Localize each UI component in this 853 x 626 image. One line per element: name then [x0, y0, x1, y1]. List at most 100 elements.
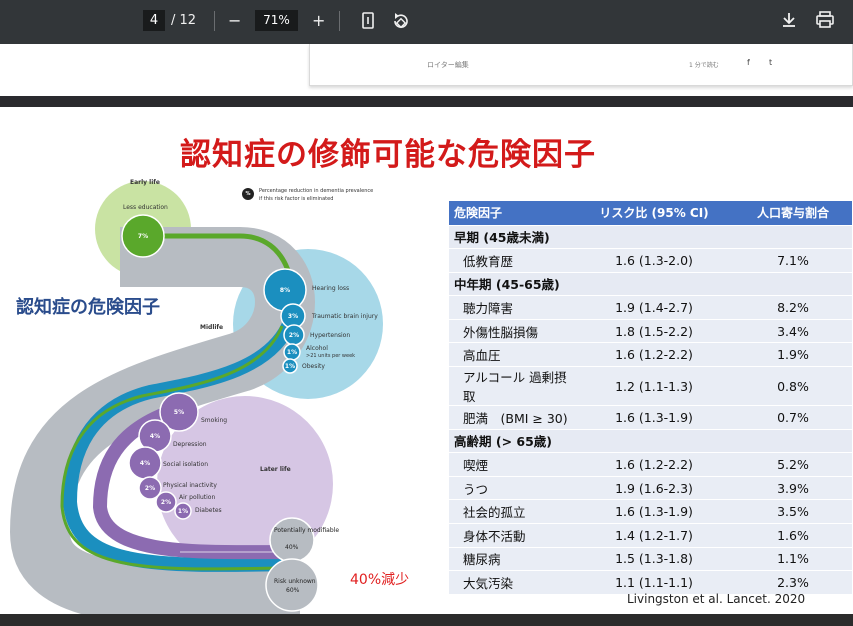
paf-value: 1.6% [734, 523, 852, 548]
table-row: うつ 1.9 (1.6-2.3) 3.9% [449, 476, 852, 501]
less-education-pct: 7% [137, 233, 149, 240]
slide-subtitle: 認知症の危険因子 [16, 297, 160, 318]
risk-ratio: 1.6 (1.3-1.9) [574, 499, 734, 525]
paf-value: 5.2% [734, 452, 852, 477]
factor-name: 糖尿病 [449, 547, 574, 572]
section-title: 高齢期 (> 65歳) [449, 429, 852, 454]
alcohol-label: Alcohol [306, 345, 328, 352]
smoking-pct: 5% [173, 409, 185, 416]
paf-value: 3.5% [734, 499, 852, 525]
factor-name: 外傷性脳損傷 [449, 319, 574, 344]
zoom-in-button[interactable]: + [312, 10, 325, 32]
risk-ratio: 1.6 (1.3-1.9) [574, 405, 734, 430]
hearing-loss-label: Hearing loss [312, 285, 350, 292]
reduction-note: 40%減少 [350, 572, 410, 588]
less-education-label: Less education [123, 204, 168, 211]
table-section-row: 中年期 (45-65歳) [449, 272, 852, 297]
risk-ratio: 1.6 (1.2-2.2) [574, 342, 734, 368]
diabetes-label: Diabetes [195, 507, 222, 514]
header-risk-ratio: リスク比 (95% CI) [574, 201, 734, 226]
zoom-level-input[interactable]: 71% [255, 10, 298, 31]
early-life-label: Early life [130, 179, 160, 186]
air-pollution-label: Air pollution [179, 494, 216, 501]
toolbar-divider [214, 11, 215, 31]
table-row: 大気汚染 1.1 (1.1-1.1) 2.3% [449, 570, 852, 595]
citation: Livingston et al. Lancet. 2020 [627, 592, 806, 606]
risk-ratio: 1.9 (1.6-2.3) [574, 476, 734, 501]
risk-ratio: 1.9 (1.4-2.7) [574, 295, 734, 320]
hypertension-label: Hypertension [310, 332, 351, 339]
later-life-label: Later life [260, 466, 291, 473]
facebook-icon[interactable]: f [747, 58, 750, 67]
factor-name: 社会的孤立 [449, 499, 574, 525]
depression-pct: 4% [149, 433, 161, 440]
paf-value: 7.1% [734, 248, 852, 273]
factor-name: 高血圧 [449, 342, 574, 368]
table-row: 肥満 (BMI ≥ 30) 1.6 (1.3-1.9) 0.7% [449, 405, 852, 430]
table-row: 糖尿病 1.5 (1.3-1.8) 1.1% [449, 547, 852, 572]
twitter-icon[interactable]: t [769, 58, 772, 67]
risk-ratio: 1.2 (1.1-1.3) [574, 366, 734, 407]
factor-name: アルコール 過剰摂取 [449, 366, 574, 407]
risk-ratio: 1.4 (1.2-1.7) [574, 523, 734, 548]
table-row: アルコール 過剰摂取 1.2 (1.1-1.3) 0.8% [449, 366, 852, 407]
table-row: 外傷性脳損傷 1.8 (1.5-2.2) 3.4% [449, 319, 852, 344]
factor-name: 聴力障害 [449, 295, 574, 320]
page-number-input[interactable]: 4 [143, 10, 165, 31]
unknown-label: Risk unknown [274, 578, 316, 585]
alcohol-sublabel: >21 units per week [306, 353, 356, 359]
risk-factor-table: 危険因子 リスク比 (95% CI) 人口寄与割合 早期 (45歳未満) 低教育歴… [449, 201, 852, 595]
table-row: 喫煙 1.6 (1.2-2.2) 5.2% [449, 452, 852, 477]
modifiable-pct: 40% [285, 544, 299, 551]
paf-value: 1.9% [734, 342, 852, 368]
section-title: 中年期 (45-65歳) [449, 272, 852, 297]
download-icon[interactable] [780, 11, 798, 29]
factor-name: 喫煙 [449, 452, 574, 477]
brain-injury-pct: 3% [287, 313, 299, 320]
page-total: / 12 [171, 13, 197, 28]
article-author: ロイター編集 [427, 61, 469, 69]
header-paf: 人口寄与割合 [734, 201, 852, 226]
legend-symbol: % [245, 191, 251, 197]
table-header-row: 危険因子 リスク比 (95% CI) 人口寄与割合 [449, 201, 852, 226]
legend-text-2: if this risk factor is eliminated [259, 196, 334, 202]
toolbar-divider [339, 11, 340, 31]
section-title: 早期 (45歳未満) [449, 225, 852, 250]
modifiable-label: Potentially modifiable [274, 527, 340, 534]
diabetes-pct: 1% [177, 508, 189, 515]
hearing-loss-pct: 8% [279, 287, 291, 294]
viewer-bottom-gap [0, 614, 853, 626]
zoom-out-button[interactable]: − [228, 10, 241, 32]
hypertension-pct: 2% [288, 332, 300, 339]
unknown-pct: 60% [286, 587, 300, 594]
header-factor: 危険因子 [449, 201, 574, 226]
physical-inactivity-pct: 2% [144, 485, 156, 492]
unknown-bubble [265, 558, 319, 612]
smoking-label: Smoking [201, 417, 228, 424]
risk-ratio: 1.1 (1.1-1.1) [574, 570, 734, 595]
risk-ratio: 1.6 (1.3-2.0) [574, 248, 734, 273]
table-row: 聴力障害 1.9 (1.4-2.7) 8.2% [449, 295, 852, 320]
paf-value: 0.7% [734, 405, 852, 430]
midlife-label: Midlife [200, 324, 224, 331]
read-time: 1 分で読む [689, 62, 719, 69]
slide-page: 認知症の修飾可能な危険因子 Early life Midlife Later l… [0, 107, 853, 614]
paf-value: 2.3% [734, 570, 852, 595]
print-icon[interactable] [815, 11, 835, 29]
rotate-icon[interactable] [390, 11, 410, 31]
risk-ratio: 1.5 (1.3-1.8) [574, 547, 734, 572]
pdf-toolbar: 4 / 12 − 71% + [0, 0, 853, 44]
fit-page-icon[interactable] [360, 12, 376, 30]
paf-value: 8.2% [734, 295, 852, 320]
air-pollution-pct: 2% [160, 499, 172, 506]
factor-name: 身体不活動 [449, 523, 574, 548]
paf-value: 3.9% [734, 476, 852, 501]
paf-value: 0.8% [734, 366, 852, 407]
obesity-label: Obesity [302, 363, 325, 370]
factor-name: うつ [449, 476, 574, 501]
modifiable-bubble [269, 517, 315, 563]
physical-inactivity-label: Physical inactivity [163, 482, 217, 489]
table-row: 社会的孤立 1.6 (1.3-1.9) 3.5% [449, 499, 852, 525]
factor-name: 低教育歴 [449, 248, 574, 273]
social-isolation-pct: 4% [139, 460, 151, 467]
